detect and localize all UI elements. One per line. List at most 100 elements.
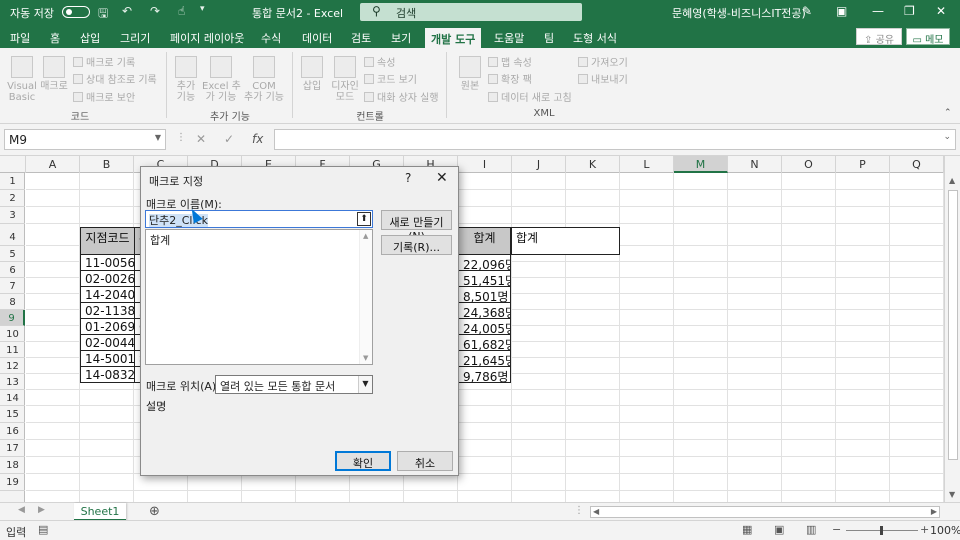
zoom-level[interactable]: 100% bbox=[930, 524, 960, 537]
row-header-8[interactable]: 8 bbox=[0, 294, 25, 310]
minimize-icon[interactable]: — bbox=[872, 4, 884, 18]
save-icon[interactable]: 🖫 bbox=[98, 4, 108, 25]
refresh-data-button[interactable]: 데이터 새로 고침 bbox=[488, 89, 572, 104]
tab-review[interactable]: 검토 bbox=[351, 30, 371, 46]
total-cell[interactable]: 24,005명 bbox=[458, 318, 511, 335]
column-header-b[interactable]: B bbox=[80, 156, 134, 173]
column-header-i[interactable]: I bbox=[458, 156, 512, 173]
visual-basic-button[interactable]: Visual Basic bbox=[6, 56, 38, 103]
vertical-scrollbar[interactable]: ▲ ▼ bbox=[944, 156, 960, 502]
restore-icon[interactable]: ❐ bbox=[904, 4, 915, 18]
collapse-ribbon-icon[interactable]: ⌃ bbox=[944, 108, 952, 118]
chevron-down-icon[interactable]: ▼ bbox=[358, 376, 372, 393]
branch-code-cell[interactable]: 02-0026 bbox=[80, 270, 135, 287]
total-cell[interactable]: 24,368명 bbox=[458, 302, 511, 319]
row-header-1[interactable]: 1 bbox=[0, 173, 25, 190]
total-cell[interactable]: 51,451명 bbox=[458, 270, 511, 287]
zoom-out-icon[interactable]: − bbox=[832, 523, 841, 536]
record-macro-dialog-button[interactable]: 기록(R)... bbox=[381, 235, 452, 255]
macros-button[interactable]: 매크로 bbox=[40, 56, 68, 92]
name-box[interactable]: M9 ▼ bbox=[4, 129, 166, 150]
row-header-13[interactable]: 13 bbox=[0, 374, 25, 390]
column-header-o[interactable]: O bbox=[782, 156, 836, 173]
tab-home[interactable]: 홈 bbox=[50, 30, 60, 46]
column-header-k[interactable]: K bbox=[566, 156, 620, 173]
insert-function-icon[interactable]: fx bbox=[252, 132, 263, 146]
total-cell[interactable]: 61,682명 bbox=[458, 334, 511, 351]
help-icon[interactable]: ? bbox=[405, 171, 411, 185]
tab-team[interactable]: 팀 bbox=[544, 30, 554, 46]
total-cell[interactable]: 21,645명 bbox=[458, 350, 511, 367]
row-header-19[interactable]: 19 bbox=[0, 474, 25, 491]
scroll-up-icon[interactable]: ▲ bbox=[949, 176, 955, 185]
total-cell[interactable]: 8,501명 bbox=[458, 286, 511, 303]
map-properties-button[interactable]: 맵 속성 bbox=[488, 54, 532, 69]
scroll-right-icon[interactable]: ▶ bbox=[931, 507, 937, 516]
macro-location-select[interactable]: 열려 있는 모든 통합 문서 ▼ bbox=[215, 375, 373, 394]
prev-sheet-icon[interactable]: ◀ bbox=[18, 505, 25, 515]
insert-control-button[interactable]: 삽입 bbox=[298, 56, 326, 92]
branch-code-cell[interactable]: 02-1138 bbox=[80, 302, 135, 319]
tab-view[interactable]: 보기 bbox=[391, 30, 411, 46]
add-ins-button[interactable]: 추가 기능 bbox=[172, 56, 200, 103]
next-sheet-icon[interactable]: ▶ bbox=[38, 505, 45, 515]
xml-source-button[interactable]: 원본 bbox=[456, 56, 484, 92]
scroll-down-icon[interactable]: ▼ bbox=[949, 490, 955, 499]
enter-icon[interactable]: ✓ bbox=[224, 132, 234, 146]
page-break-view-icon[interactable]: ▥ bbox=[806, 523, 816, 536]
row-header-3[interactable]: 3 bbox=[0, 207, 25, 224]
accessibility-icon[interactable]: ▤ bbox=[38, 523, 48, 536]
zoom-in-icon[interactable]: + bbox=[920, 523, 929, 536]
memo-button[interactable]: ▭ 메모 bbox=[906, 28, 950, 46]
tab-shape-format[interactable]: 도형 서식 bbox=[573, 30, 617, 46]
chevron-down-icon[interactable]: ▼ bbox=[155, 133, 161, 142]
touch-mode-icon[interactable]: ☝ bbox=[178, 4, 185, 18]
user-name[interactable]: 문혜영(학생-비즈니스IT전공) bbox=[672, 5, 806, 21]
run-dialog-button[interactable]: 대화 상자 실행 bbox=[364, 89, 439, 104]
tab-data[interactable]: 데이터 bbox=[302, 30, 332, 46]
page-layout-view-icon[interactable]: ▣ bbox=[774, 523, 784, 536]
branch-code-cell[interactable]: 02-0044 bbox=[80, 334, 135, 351]
undo-icon[interactable]: ↶ bbox=[122, 4, 132, 18]
row-header-16[interactable]: 16 bbox=[0, 423, 25, 440]
search-box[interactable]: ⚲ 검색 bbox=[360, 3, 582, 21]
excel-add-ins-button[interactable]: Excel 추 가 기능 bbox=[202, 56, 241, 103]
row-header-5[interactable]: 5 bbox=[0, 246, 25, 262]
expansion-pack-button[interactable]: 확장 팩 bbox=[488, 71, 532, 86]
view-code-button[interactable]: 코드 보기 bbox=[364, 71, 417, 86]
autosave-toggle[interactable] bbox=[62, 6, 90, 18]
add-sheet-icon[interactable]: ⊕ bbox=[149, 504, 160, 519]
row-header-6[interactable]: 6 bbox=[0, 262, 25, 278]
row-header-7[interactable]: 7 bbox=[0, 278, 25, 294]
macro-security-button[interactable]: 매크로 보안 bbox=[73, 89, 135, 104]
branch-code-cell[interactable]: 14-5001 bbox=[80, 350, 135, 367]
branch-code-cell[interactable]: 11-0056 bbox=[80, 254, 135, 271]
column-header-n[interactable]: N bbox=[728, 156, 782, 173]
design-mode-button[interactable]: 디자인 모드 bbox=[330, 56, 360, 103]
row-header-9[interactable]: 9 bbox=[0, 310, 25, 326]
close-window-icon[interactable]: ✕ bbox=[936, 4, 946, 18]
branch-code-cell[interactable]: 01-2069 bbox=[80, 318, 135, 335]
scroll-down-icon[interactable]: ▼ bbox=[363, 354, 368, 362]
column-header-a[interactable]: A bbox=[26, 156, 80, 173]
ok-button[interactable]: 확인 bbox=[335, 451, 391, 471]
normal-view-icon[interactable]: ▦ bbox=[742, 523, 752, 536]
macro-list[interactable]: 합계 ▲ ▼ bbox=[145, 229, 373, 365]
properties-button[interactable]: 속성 bbox=[364, 54, 395, 69]
total-cell[interactable]: 9,786명 bbox=[458, 366, 511, 383]
horizontal-scrollbar[interactable]: ◀ ▶ bbox=[590, 506, 940, 518]
list-scrollbar[interactable]: ▲ ▼ bbox=[359, 230, 372, 364]
header-branch-code[interactable]: 지점코드 bbox=[80, 227, 135, 255]
row-header-18[interactable]: 18 bbox=[0, 457, 25, 474]
com-add-ins-button[interactable]: COM 추가 기능 bbox=[242, 56, 286, 103]
sheet-tab-sheet1[interactable]: Sheet1 bbox=[74, 503, 126, 521]
zoom-slider-thumb[interactable] bbox=[880, 526, 883, 535]
cancel-button[interactable]: 취소 bbox=[397, 451, 453, 471]
tab-file[interactable]: 파일 bbox=[10, 30, 30, 46]
row-header-14[interactable]: 14 bbox=[0, 390, 25, 406]
collapse-dialog-icon[interactable]: ⬆ bbox=[357, 212, 371, 226]
ribbon-display-icon[interactable]: ▣ bbox=[836, 4, 847, 18]
close-icon[interactable]: ✕ bbox=[436, 170, 448, 186]
column-header-j[interactable]: J bbox=[512, 156, 566, 173]
xml-import-button[interactable]: 가져오기 bbox=[578, 54, 628, 69]
